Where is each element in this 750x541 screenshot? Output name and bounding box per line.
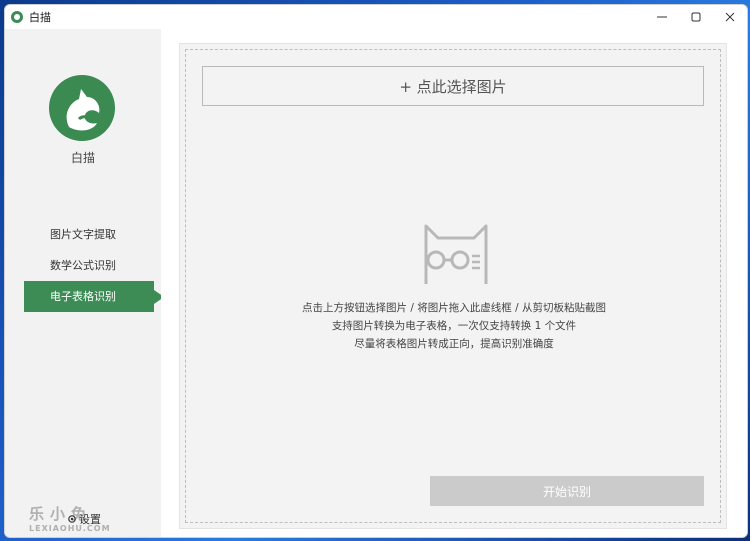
app-logo-icon bbox=[11, 11, 23, 23]
minimize-button[interactable] bbox=[645, 5, 679, 29]
app-logo-icon bbox=[49, 75, 115, 141]
hint-line: 支持图片转换为电子表格，一次仅支持转换 1 个文件 bbox=[331, 320, 577, 332]
window-title: 白描 bbox=[29, 11, 51, 24]
close-icon bbox=[725, 12, 735, 22]
hint-line: 尽量将表格图片转成正向，提高识别准确度 bbox=[354, 338, 554, 350]
settings-button[interactable]: 设置 bbox=[67, 511, 101, 527]
logo-label: 白描 bbox=[70, 151, 95, 165]
settings-label: 设置 bbox=[79, 513, 101, 526]
sidebar-item-formula-recognition[interactable]: 数学公式识别 bbox=[24, 250, 154, 281]
select-image-button[interactable]: + 点此选择图片 bbox=[202, 66, 704, 106]
drop-zone-panel[interactable]: + 点此选择图片 点击上方按钮选择图片 / 将图片拖入此虚线框 / 从剪切板粘贴… bbox=[179, 43, 727, 529]
maximize-button[interactable] bbox=[679, 5, 713, 29]
app-window: 白描 白描 图片文字提取 数学公式识别 电子表格识别 乐小兔 LEXIAOHU.… bbox=[4, 4, 748, 538]
title-bar[interactable]: 白描 bbox=[5, 5, 747, 29]
cat-with-glasses-icon bbox=[424, 224, 488, 284]
sidebar-item-text-extraction[interactable]: 图片文字提取 bbox=[24, 219, 154, 250]
maximize-icon bbox=[691, 12, 701, 22]
gear-icon bbox=[68, 515, 76, 523]
drop-zone[interactable]: + 点此选择图片 点击上方按钮选择图片 / 将图片拖入此虚线框 / 从剪切板粘贴… bbox=[185, 49, 721, 523]
window-controls bbox=[645, 5, 747, 29]
close-button[interactable] bbox=[713, 5, 747, 29]
start-recognition-button[interactable]: 开始识别 bbox=[430, 476, 704, 506]
sidebar: 白描 图片文字提取 数学公式识别 电子表格识别 乐小兔 LEXIAOHU.COM… bbox=[5, 29, 164, 537]
main-panel: + 点此选择图片 点击上方按钮选择图片 / 将图片拖入此虚线框 / 从剪切板粘贴… bbox=[161, 29, 747, 537]
minimize-icon bbox=[657, 16, 667, 18]
sidebar-item-table-recognition[interactable]: 电子表格识别 bbox=[24, 281, 164, 312]
hint-line: 点击上方按钮选择图片 / 将图片拖入此虚线框 / 从剪切板粘贴截图 bbox=[302, 302, 606, 314]
sidebar-nav: 图片文字提取 数学公式识别 电子表格识别 bbox=[24, 219, 164, 312]
